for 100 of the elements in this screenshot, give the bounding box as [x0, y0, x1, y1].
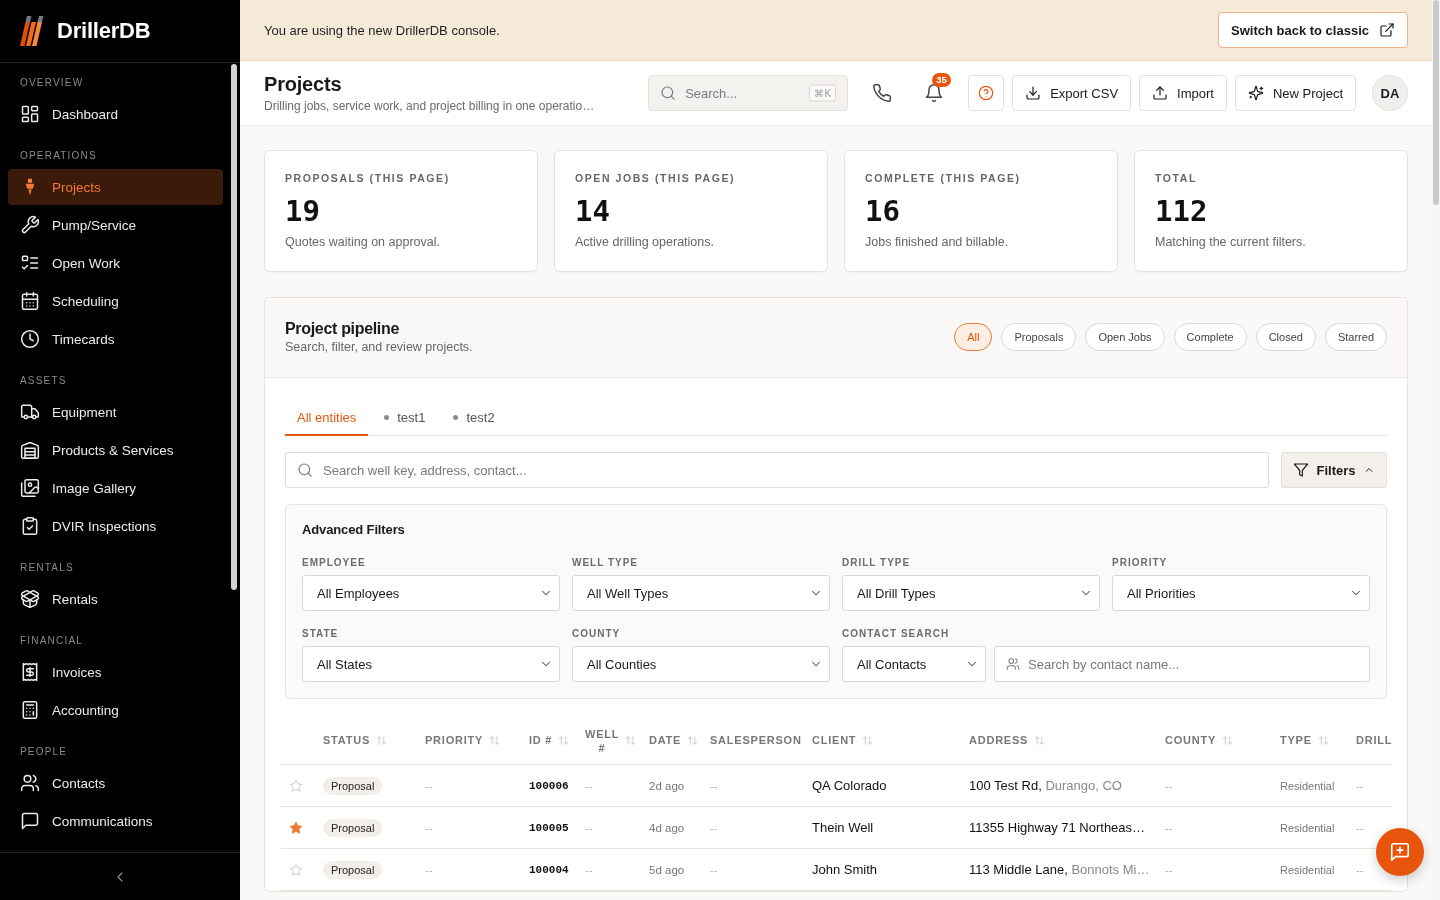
field-label: PRIORITY — [1112, 557, 1169, 569]
header-action-button[interactable]: New Project — [1234, 75, 1356, 111]
select-field[interactable]: All Well Types — [572, 575, 830, 611]
stat-label: OPEN JOBS (THIS PAGE) — [575, 172, 737, 184]
brand-name: DrillerDB — [57, 18, 151, 44]
stat-description: Matching the current filters. — [1155, 234, 1307, 250]
star-icon[interactable] — [289, 863, 303, 878]
table-cell: -- — [413, 848, 517, 891]
search-field[interactable]: Search well key, address, contact... — [285, 452, 1269, 488]
select-field[interactable]: All Contacts — [842, 646, 986, 682]
filter-chip[interactable]: Starred — [1324, 323, 1387, 351]
sidebar-item[interactable]: Pump/Service — [8, 207, 223, 243]
table-cell: 113 Middle Lane, Bonnots Mi… — [957, 848, 1153, 891]
stat-description: Quotes waiting on approval. — [285, 234, 441, 250]
section-label: FINANCIAL — [19, 634, 85, 648]
sidebar-item[interactable]: Dashboard — [8, 96, 223, 132]
column-header[interactable]: STATUS — [323, 733, 387, 747]
column-header[interactable]: ID # — [529, 733, 570, 747]
sidebar-item[interactable]: Scheduling — [8, 283, 223, 319]
sidebar-item[interactable]: Timecards — [8, 321, 223, 357]
users-icon — [1006, 657, 1020, 671]
star-icon[interactable] — [289, 779, 303, 794]
help-button[interactable] — [968, 75, 1005, 111]
table-cell: -- — [698, 806, 800, 849]
sidebar-item[interactable]: Image Gallery — [8, 470, 223, 506]
section-label: OVERVIEW — [19, 76, 85, 90]
status-badge: Proposal — [323, 777, 383, 795]
stat-description: Active drilling operations. — [575, 234, 715, 250]
filter-chip[interactable]: Complete — [1173, 323, 1247, 351]
table-cell: -- — [573, 848, 637, 891]
filter-chip[interactable]: Open Jobs — [1085, 323, 1165, 351]
sidebar-item[interactable]: DVIR Inspections — [8, 508, 223, 544]
sidebar-item[interactable]: Products & Services — [8, 432, 223, 468]
entity-tab[interactable]: test2 — [441, 400, 507, 436]
sort-icon — [1317, 734, 1329, 746]
help-icon — [978, 85, 995, 101]
banner-message: You are using the new DrillerDB console. — [264, 22, 500, 38]
entity-tab[interactable]: test1 — [372, 400, 438, 436]
scrollbar[interactable] — [1433, 0, 1439, 205]
bell-icon — [924, 83, 945, 103]
table-cell: -- — [1153, 764, 1268, 807]
switch-classic-button[interactable]: Switch back to classic — [1218, 12, 1408, 48]
sidebar-item[interactable]: Contacts — [8, 765, 223, 801]
filter-chip[interactable]: Proposals — [1001, 323, 1077, 351]
truck-icon — [20, 402, 40, 422]
select-field[interactable]: All Priorities — [1112, 575, 1370, 611]
sidebar-item[interactable]: Equipment — [8, 394, 223, 430]
field-label: COUNTY — [572, 628, 622, 640]
stat-label: TOTAL — [1155, 172, 1198, 184]
external-link-icon — [1379, 22, 1395, 38]
calculator-icon — [20, 700, 40, 720]
notifications-button[interactable]: 35 — [916, 75, 953, 111]
table-cell: Thein Well — [800, 806, 957, 849]
table-cell: John Smith — [800, 848, 957, 891]
sidebar-item[interactable]: Rentals — [8, 581, 223, 617]
stat-label: COMPLETE (THIS PAGE) — [865, 172, 1022, 184]
column-header[interactable]: ADDRESS — [969, 733, 1046, 747]
table-cell: Residential — [1268, 764, 1344, 807]
dot-icon — [384, 414, 390, 420]
scrollbar[interactable] — [231, 64, 237, 590]
images-icon — [20, 478, 40, 498]
column-header[interactable]: PRIORITY — [425, 733, 501, 747]
table-cell: Residential — [1268, 848, 1344, 891]
select-field[interactable]: All Employees — [302, 575, 560, 611]
sidebar-item[interactable]: Accounting — [8, 692, 223, 728]
column-header[interactable]: WELL # — [585, 726, 637, 755]
wrench-icon — [20, 215, 40, 235]
sidebar-item[interactable]: Communications — [8, 803, 223, 839]
sort-icon — [1034, 734, 1046, 746]
chat-button[interactable] — [1376, 828, 1424, 876]
select-field[interactable]: All States — [302, 646, 560, 682]
header-action-button[interactable]: Export CSV — [1012, 75, 1132, 111]
table-cell: -- — [573, 806, 637, 849]
table-cell: 4d ago — [637, 806, 698, 849]
section-label: PEOPLE — [19, 745, 69, 759]
filter-chip[interactable]: Closed — [1255, 323, 1316, 351]
column-header[interactable]: COUNTY — [1165, 733, 1234, 747]
filters-button[interactable]: Filters — [1281, 452, 1387, 488]
select-field[interactable]: All Drill Types — [842, 575, 1100, 611]
sidebar-item[interactable]: Open Work — [8, 245, 223, 281]
sort-icon — [1222, 734, 1234, 746]
field-label: DRILL TYPE — [842, 557, 912, 569]
user-avatar[interactable]: DA — [1372, 75, 1408, 111]
stat-description: Jobs finished and billable. — [865, 234, 1010, 250]
header-action-button[interactable]: Import — [1139, 75, 1227, 111]
panel-subtitle: Search, filter, and review projects. — [285, 339, 473, 355]
star-icon[interactable] — [289, 821, 303, 836]
page-title: Projects — [264, 72, 343, 96]
column-header[interactable]: TYPE — [1280, 733, 1329, 747]
table-cell: 11355 Highway 71 Northeas… — [957, 806, 1153, 849]
contact-search-field[interactable]: Search by contact name... — [994, 646, 1370, 682]
entity-tab[interactable]: All entities — [285, 400, 369, 436]
sort-icon — [625, 735, 637, 746]
column-header[interactable]: CLIENT — [812, 733, 874, 747]
sidebar-item[interactable]: Invoices — [8, 654, 223, 690]
table-cell: Residential — [1268, 806, 1344, 849]
table-cell: 5d ago — [637, 848, 698, 891]
column-header[interactable]: DATE — [649, 733, 699, 747]
select-field[interactable]: All Counties — [572, 646, 830, 682]
sidebar-item[interactable]: Projects — [8, 169, 223, 205]
